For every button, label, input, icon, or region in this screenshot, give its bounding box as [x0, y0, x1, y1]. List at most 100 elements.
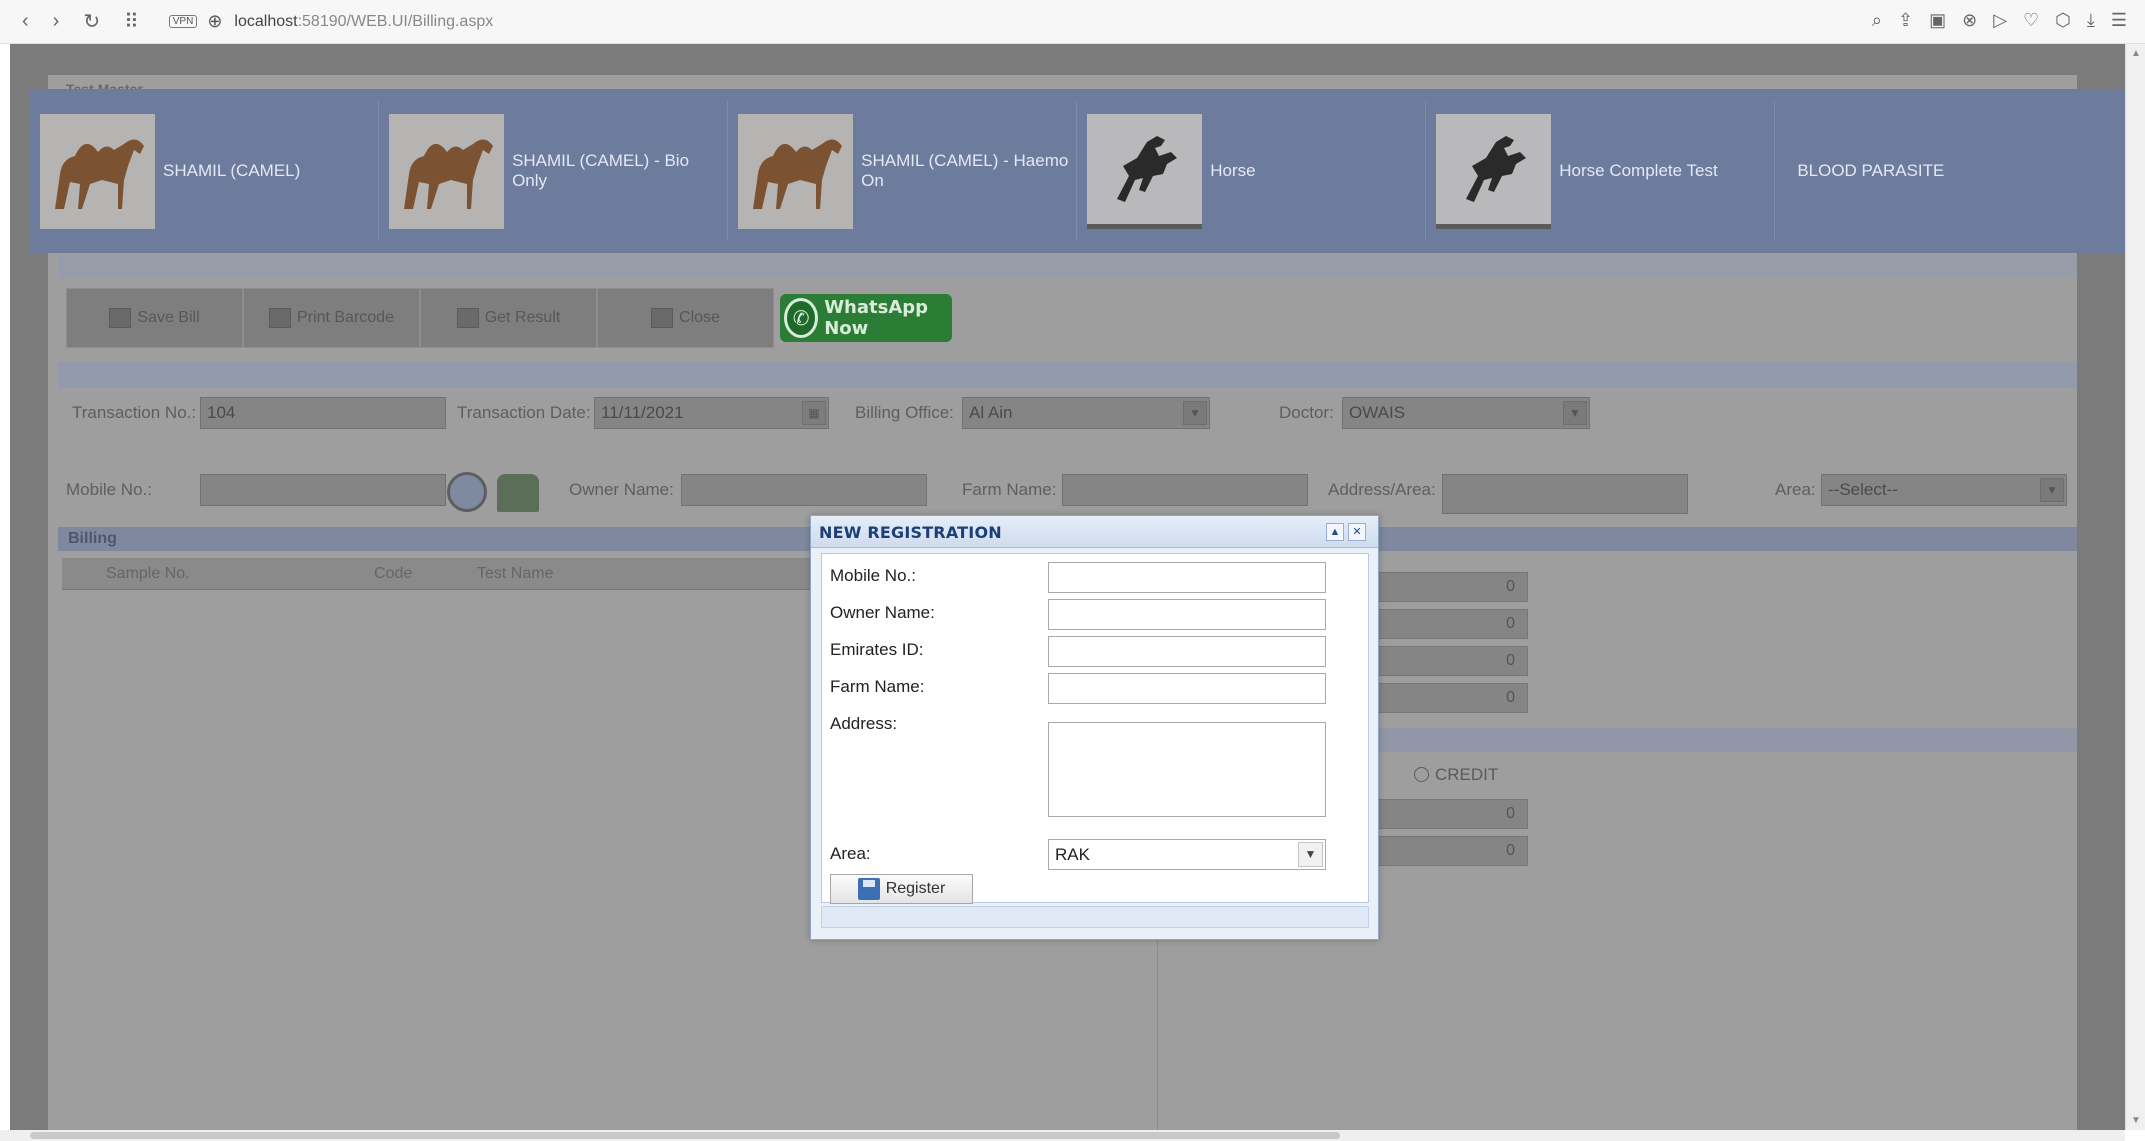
- address-label: Address:: [830, 714, 898, 733]
- billing-office-label: Billing Office:: [855, 403, 954, 422]
- modal-owner-input[interactable]: [1048, 599, 1326, 630]
- calendar-icon[interactable]: ▦: [802, 401, 826, 425]
- address-bar[interactable]: localhost:58190/WEB.UI/Billing.aspx: [234, 13, 493, 31]
- separator-strip: [58, 362, 2077, 388]
- total-field-1[interactable]: 0: [1378, 572, 1528, 602]
- emirates-id-label: Emirates ID:: [830, 640, 924, 659]
- chevron-down-icon: ▼: [2040, 478, 2064, 502]
- transaction-no-input[interactable]: 104: [200, 397, 446, 429]
- payment-header-bar: [1378, 728, 2077, 752]
- close-button[interactable]: Close: [597, 288, 774, 348]
- mobile-no-label: Mobile No.:: [66, 480, 152, 499]
- dialog-header: NEW REGISTRATION ▲ ✕: [811, 516, 1378, 548]
- scrollbar-thumb[interactable]: [30, 1132, 1340, 1139]
- print-barcode-button[interactable]: Print Barcode: [243, 288, 420, 348]
- search-icon[interactable]: ⌕: [1872, 10, 1882, 31]
- payment-value: 0: [1506, 805, 1515, 822]
- mobile-no-label: Mobile No.:: [830, 566, 916, 585]
- owner-name-input[interactable]: [681, 474, 927, 506]
- add-user-icon[interactable]: [497, 474, 539, 512]
- test-item-label: BLOOD PARASITE: [1797, 161, 1945, 180]
- total-field-4[interactable]: 0: [1378, 683, 1528, 713]
- action-toolbar: Save Bill Print Barcode Get Result Close…: [66, 288, 952, 348]
- modal-emirates-input[interactable]: [1048, 636, 1326, 667]
- save-icon: [109, 308, 132, 328]
- menu-icon[interactable]: ☰: [2111, 10, 2127, 31]
- test-item-horse-complete[interactable]: Horse Complete Test: [1426, 101, 1776, 241]
- modal-address-textarea[interactable]: [1048, 722, 1326, 817]
- download-icon[interactable]: ⤓: [2087, 10, 2095, 31]
- doctor-select[interactable]: OWAIS ▼: [1342, 397, 1590, 429]
- chevron-down-icon: ▼: [1183, 401, 1207, 425]
- column-test-name[interactable]: Test Name: [477, 565, 553, 583]
- column-code[interactable]: Code: [374, 565, 412, 583]
- address-area-input[interactable]: [1442, 474, 1688, 514]
- forward-icon[interactable]: ›: [53, 10, 60, 33]
- test-item-horse[interactable]: Horse: [1077, 101, 1427, 241]
- whatsapp-label: WhatsApp Now: [824, 297, 929, 339]
- register-button[interactable]: Register: [830, 874, 973, 904]
- total-value: 0: [1506, 615, 1515, 632]
- transaction-date-label: Transaction Date:: [457, 403, 591, 422]
- test-item-label: Horse: [1210, 161, 1256, 180]
- test-item-shamil-camel-bio[interactable]: SHAMIL (CAMEL) - Bio Only: [379, 101, 729, 241]
- total-field-2[interactable]: 0: [1378, 609, 1528, 639]
- horse-image: [1436, 113, 1552, 229]
- modal-farm-input[interactable]: [1048, 673, 1326, 704]
- test-strip: SHAMIL (CAMEL) SHAMIL (CAMEL) - Bio Only…: [30, 89, 2125, 253]
- farm-name-input[interactable]: [1062, 474, 1308, 506]
- search-user-icon[interactable]: [447, 472, 487, 512]
- modal-area-select[interactable]: RAK ▼: [1048, 839, 1326, 870]
- browser-nav: ‹ › ↻ ⠿: [0, 9, 139, 34]
- area-label: Area:: [1775, 480, 1816, 499]
- transaction-date-input[interactable]: 11/11/2021 ▦: [594, 397, 829, 429]
- credit-label: CREDIT: [1435, 765, 1499, 784]
- test-item-shamil-camel[interactable]: SHAMIL (CAMEL): [30, 101, 380, 241]
- vpn-badge[interactable]: VPN: [168, 15, 198, 28]
- total-value: 0: [1506, 578, 1515, 595]
- area-select[interactable]: --Select-- ▼: [1821, 474, 2067, 506]
- reload-icon[interactable]: ↻: [83, 9, 100, 34]
- chevron-down-icon: ▼: [1298, 842, 1323, 867]
- test-item-shamil-camel-haemo[interactable]: SHAMIL (CAMEL) - Haemo On: [728, 101, 1078, 241]
- radio-icon[interactable]: [1414, 767, 1429, 782]
- block-icon[interactable]: ⊗: [1962, 10, 1977, 31]
- test-item-label: SHAMIL (CAMEL) - Haemo On: [861, 151, 1069, 190]
- apps-icon[interactable]: ⠿: [124, 9, 139, 34]
- payment-field-2[interactable]: 0: [1378, 836, 1528, 866]
- close-icon[interactable]: ✕: [1348, 523, 1366, 541]
- column-sample-no[interactable]: Sample No.: [106, 565, 190, 583]
- collapse-icon[interactable]: ▲: [1326, 523, 1344, 541]
- total-field-3[interactable]: 0: [1378, 646, 1528, 676]
- url-host: localhost: [234, 12, 298, 30]
- play-icon[interactable]: ▷: [1993, 10, 2007, 31]
- test-item-blood-parasite[interactable]: BLOOD PARASITE: [1775, 101, 2125, 241]
- horizontal-scrollbar[interactable]: [0, 1130, 2125, 1141]
- farm-name-label: Farm Name:: [962, 480, 1057, 499]
- payment-field-1[interactable]: 0: [1378, 799, 1528, 829]
- whatsapp-now-button[interactable]: ✆ WhatsApp Now: [780, 294, 952, 342]
- scroll-up-icon[interactable]: ▲: [2131, 48, 2141, 59]
- vertical-scrollbar[interactable]: ▲ ▼: [2125, 44, 2145, 1130]
- extension-icon[interactable]: ⬡: [2055, 10, 2071, 31]
- get-result-button[interactable]: Get Result: [420, 288, 597, 348]
- globe-icon: ⊕: [207, 11, 223, 31]
- dialog-body: Mobile No.: Owner Name: Emirates ID: Far…: [821, 553, 1369, 904]
- credit-radio[interactable]: CREDIT: [1414, 765, 1498, 785]
- heart-icon[interactable]: ♡: [2023, 10, 2039, 31]
- dialog-footer: [821, 906, 1369, 928]
- back-icon[interactable]: ‹: [22, 10, 29, 33]
- close-doc-icon: [651, 308, 674, 328]
- billing-office-select[interactable]: Al Ain ▼: [962, 397, 1210, 429]
- mobile-no-input[interactable]: [200, 474, 446, 506]
- screenshot-icon[interactable]: ▣: [1929, 10, 1946, 31]
- save-bill-button[interactable]: Save Bill: [66, 288, 243, 348]
- register-label: Register: [885, 880, 946, 897]
- share-icon[interactable]: ⇪: [1898, 10, 1913, 31]
- chevron-down-icon: ▼: [1563, 401, 1587, 425]
- modal-mobile-input[interactable]: [1048, 562, 1326, 593]
- scroll-down-icon[interactable]: ▼: [2131, 1115, 2141, 1126]
- dialog-title: NEW REGISTRATION: [819, 523, 1002, 542]
- modal-area-value: RAK: [1055, 845, 1090, 864]
- camel-image: [738, 113, 854, 229]
